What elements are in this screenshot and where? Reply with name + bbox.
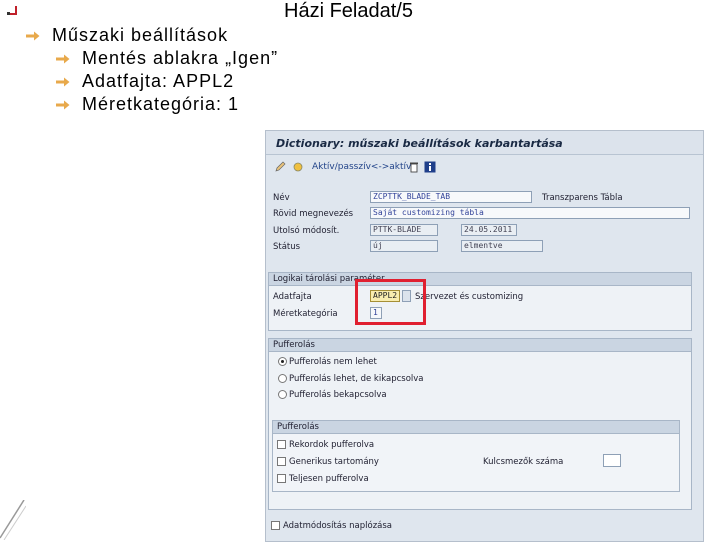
- toolbar-link[interactable]: Aktív/passzív<->aktív: [312, 162, 411, 172]
- bullet-text: Mentés ablakra „Igen”: [82, 48, 279, 68]
- slide-title: Házi Feladat/5: [284, 0, 413, 22]
- arrow-bullet-icon: [56, 77, 70, 86]
- bullet-list: Műszaki beállítások Mentés ablakra „Igen…: [26, 24, 278, 116]
- size-category-label: Méretkategória: [273, 309, 338, 319]
- radio-no-buffering[interactable]: [278, 357, 287, 366]
- key-count-label: Kulcsmezők száma: [483, 457, 564, 467]
- bullet-text: Méretkategória: 1: [82, 94, 240, 114]
- bullet-item: Műszaki beállítások: [26, 24, 278, 47]
- arrow-bullet-icon: [26, 31, 40, 40]
- bullet-text: Műszaki beállítások: [52, 25, 229, 45]
- info-icon[interactable]: [424, 161, 436, 173]
- last-changed-date-field: 24.05.2011: [461, 224, 517, 236]
- radio-label: Pufferolás nem lehet: [289, 357, 377, 367]
- highlight-box: [355, 279, 426, 325]
- short-desc-label: Rövid megnevezés: [273, 209, 354, 219]
- group-title: Pufferolás: [269, 339, 691, 352]
- radio-buffering-on[interactable]: [278, 390, 287, 399]
- radio-label: Pufferolás lehet, de kikapcsolva: [289, 374, 424, 384]
- checkbox-records-buffered[interactable]: [277, 440, 286, 449]
- window-title: Dictionary: műszaki beállítások karbanta…: [266, 131, 703, 155]
- name-field[interactable]: ZCPTTK_BLADE_TAB: [370, 191, 532, 203]
- checkbox-label: Rekordok pufferolva: [289, 440, 375, 450]
- arrow-bullet-icon: [56, 100, 70, 109]
- data-class-desc: Szervezet és customizing: [415, 292, 524, 302]
- group-title: Pufferolás: [273, 421, 679, 434]
- checkbox-generic-area[interactable]: [277, 457, 286, 466]
- data-class-label: Adatfajta: [273, 292, 312, 302]
- checkbox-label: Generikus tartomány: [289, 457, 379, 467]
- bullet-item: Mentés ablakra „Igen”: [56, 47, 278, 70]
- arrow-bullet-icon: [56, 54, 70, 63]
- name-type-text: Transzparens Tábla: [542, 193, 623, 203]
- corner-decoration-icon: [0, 500, 26, 540]
- radio-label: Pufferolás bekapcsolva: [289, 390, 387, 400]
- edit-pencil-icon[interactable]: [274, 161, 286, 173]
- checkbox-label: Teljesen pufferolva: [289, 474, 369, 484]
- toolbar: Aktív/passzív<->aktív: [266, 157, 703, 177]
- radio-buffering-off[interactable]: [278, 374, 287, 383]
- last-changed-label: Utolsó módosít.: [273, 226, 340, 236]
- short-desc-field[interactable]: Saját customizing tábla: [370, 207, 690, 219]
- delete-trash-icon[interactable]: [408, 161, 420, 173]
- checkbox-log-changes[interactable]: [271, 521, 280, 530]
- checkbox-label: Adatmódosítás naplózása: [283, 521, 393, 531]
- slide-logo-icon: [7, 6, 17, 15]
- sap-screenshot: Dictionary: műszaki beállítások karbanta…: [265, 130, 704, 542]
- last-changed-user-field: PTTK-BLADE: [370, 224, 438, 236]
- status-text-field: elmentve: [461, 240, 543, 252]
- key-count-field[interactable]: [603, 454, 621, 467]
- name-label: Név: [273, 193, 290, 203]
- checkbox-fully-buffered[interactable]: [277, 474, 286, 483]
- bullet-item: Adatfajta: APPL2: [56, 70, 278, 93]
- group-title: Logikai tárolási paraméter: [269, 273, 691, 286]
- bullet-text: Adatfajta: APPL2: [82, 71, 235, 91]
- status-field: új: [370, 240, 438, 252]
- status-label: Státus: [273, 242, 301, 252]
- activate-icon[interactable]: [292, 161, 304, 173]
- bullet-item: Méretkategória: 1: [56, 93, 278, 116]
